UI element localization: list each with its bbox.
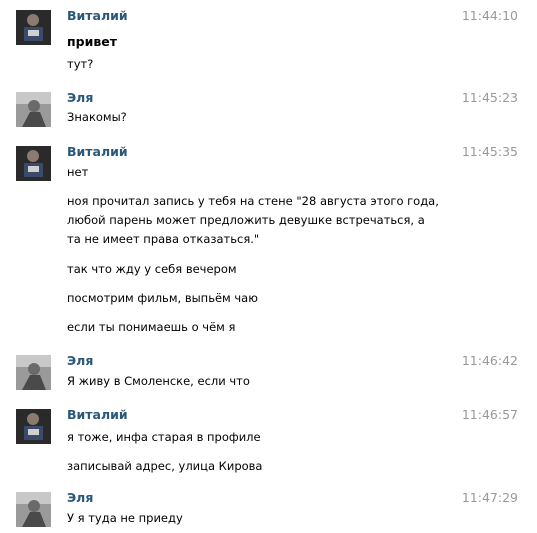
vitaliy-avatar-icon: [16, 409, 51, 444]
avatar[interactable]: [16, 146, 51, 181]
message-text: Знакомы?: [67, 110, 127, 124]
message-text: Я живу в Смоленске, если что: [67, 374, 250, 388]
avatar[interactable]: [16, 409, 51, 444]
author-name[interactable]: Виталий: [67, 8, 128, 23]
timestamp: 11:46:42: [461, 353, 518, 368]
message-text: ноя прочитал запись у тебя на стене "28 …: [67, 194, 439, 246]
message-text: У я туда не приеду: [67, 511, 183, 525]
message-text: привет: [67, 34, 117, 49]
author-name[interactable]: Виталий: [67, 144, 128, 159]
timestamp: 11:46:57: [461, 407, 518, 422]
message-text: нет: [67, 165, 89, 179]
timestamp: 11:45:23: [461, 90, 518, 105]
avatar[interactable]: [16, 355, 51, 390]
avatar[interactable]: [16, 92, 51, 127]
elya-avatar-icon: [16, 355, 51, 390]
timestamp: 11:47:29: [461, 490, 518, 505]
avatar[interactable]: [16, 10, 51, 45]
message-text: тут?: [67, 57, 94, 71]
message-text: посмотрим фильм, выпьём чаю: [67, 291, 258, 305]
message-text: записывай адрес, улица Кирова: [67, 459, 263, 473]
message-text: если ты понимаешь о чём я: [67, 320, 236, 334]
avatar[interactable]: [16, 492, 51, 527]
timestamp: 11:45:35: [461, 144, 518, 159]
elya-avatar-icon: [16, 492, 51, 527]
author-name[interactable]: Виталий: [67, 407, 128, 422]
message-text: я тоже, инфа старая в профиле: [67, 430, 261, 444]
timestamp: 11:44:10: [461, 8, 518, 23]
elya-avatar-icon: [16, 92, 51, 127]
vitaliy-avatar-icon: [16, 146, 51, 181]
author-name[interactable]: Эля: [67, 90, 93, 105]
author-name[interactable]: Эля: [67, 353, 93, 368]
vitaliy-avatar-icon: [16, 10, 51, 45]
author-name[interactable]: Эля: [67, 490, 93, 505]
message-text: так что жду у себя вечером: [67, 262, 237, 276]
